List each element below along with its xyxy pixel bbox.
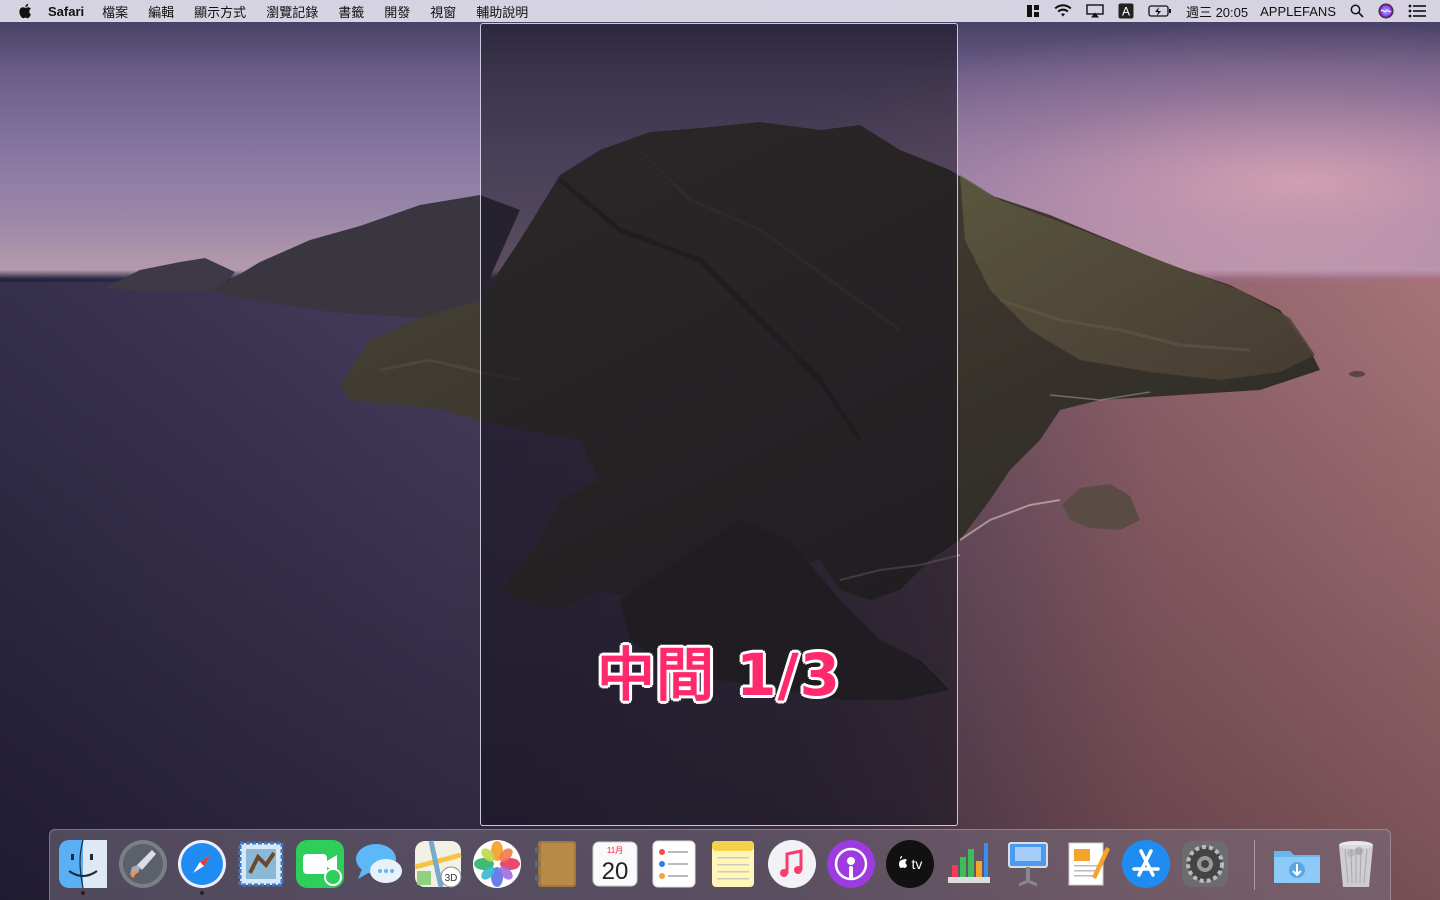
dock-tv[interactable]: tv xyxy=(883,837,937,891)
dock-trash[interactable] xyxy=(1329,837,1383,891)
trash-icon xyxy=(1339,841,1373,887)
photos-icon xyxy=(473,840,521,888)
menu-history[interactable]: 瀏覽記錄 xyxy=(266,2,318,21)
dock-safari[interactable] xyxy=(175,837,229,895)
input-source-icon[interactable]: A xyxy=(1118,3,1134,19)
dock-notes[interactable] xyxy=(706,837,760,891)
magnet-icon[interactable] xyxy=(1026,4,1040,18)
facetime-icon xyxy=(296,840,344,888)
dock-maps[interactable]: 3D xyxy=(411,837,465,891)
user-menu[interactable]: APPLEFANS xyxy=(1260,4,1336,19)
dock-numbers[interactable] xyxy=(942,837,996,891)
dock-contacts[interactable] xyxy=(529,837,583,891)
menu-bar: Safari 檔案 編輯 顯示方式 瀏覽記錄 書籤 開發 視窗 輔助說明 A 週… xyxy=(0,0,1440,22)
dock-mail[interactable] xyxy=(234,837,288,891)
wifi-icon[interactable] xyxy=(1054,4,1072,18)
spotlight-icon[interactable] xyxy=(1350,4,1364,18)
menu-file[interactable]: 檔案 xyxy=(102,2,128,21)
app-store-icon xyxy=(1122,840,1170,888)
podcasts-icon xyxy=(827,840,875,888)
menu-develop[interactable]: 開發 xyxy=(384,2,410,21)
messages-icon xyxy=(356,844,402,883)
dock-messages[interactable] xyxy=(352,837,406,891)
running-indicator xyxy=(200,891,204,895)
dock-app-store[interactable] xyxy=(1119,837,1173,891)
menu-edit[interactable]: 編輯 xyxy=(148,2,174,21)
reminders-icon xyxy=(652,840,696,888)
maps-icon: 3D xyxy=(414,840,462,888)
menu-clock[interactable]: 週三 20:05 xyxy=(1186,2,1248,21)
safari-icon xyxy=(178,840,226,888)
dock-reminders[interactable] xyxy=(647,837,701,891)
dock-music[interactable] xyxy=(765,837,819,891)
airplay-icon[interactable] xyxy=(1086,4,1104,18)
snap-zone-label: 中間 1/3 xyxy=(596,641,842,709)
dock-divider xyxy=(1254,840,1255,890)
menu-bookmarks[interactable]: 書籤 xyxy=(338,2,364,21)
system-preferences-icon xyxy=(1182,841,1228,887)
launchpad-icon xyxy=(119,840,167,888)
menu-view[interactable]: 顯示方式 xyxy=(194,2,246,21)
dock-calendar[interactable]: 11月 20 xyxy=(588,837,642,891)
dock: 3D 11月 20 tv xyxy=(49,829,1391,900)
pages-icon xyxy=(1068,842,1110,886)
dock-keynote[interactable] xyxy=(1001,837,1055,891)
calendar-month: 11月 xyxy=(607,846,623,855)
dock-pages[interactable] xyxy=(1060,837,1114,891)
mail-icon xyxy=(238,841,284,887)
dock-facetime[interactable] xyxy=(293,837,347,891)
dock-podcasts[interactable] xyxy=(824,837,878,891)
notes-icon xyxy=(712,841,754,887)
siri-icon[interactable] xyxy=(1378,3,1394,19)
input-source-label: A xyxy=(1122,5,1130,19)
menu-help[interactable]: 輔助說明 xyxy=(476,2,528,21)
menu-window[interactable]: 視窗 xyxy=(430,2,456,21)
running-indicator xyxy=(81,891,85,895)
dock-launchpad[interactable] xyxy=(116,837,170,891)
dock-downloads[interactable] xyxy=(1270,837,1324,891)
calendar-day: 20 xyxy=(602,858,629,885)
app-menu[interactable]: Safari xyxy=(48,4,84,19)
apple-menu-icon[interactable] xyxy=(18,3,36,19)
music-icon xyxy=(768,840,816,888)
tv-label: tv xyxy=(912,856,923,872)
calendar-icon: 11月 20 xyxy=(592,841,638,887)
tv-icon: tv xyxy=(886,840,934,888)
keynote-icon xyxy=(1008,842,1048,887)
maps-3d-badge: 3D xyxy=(445,873,458,884)
dock-finder[interactable] xyxy=(56,837,110,895)
numbers-icon xyxy=(948,843,990,883)
finder-icon xyxy=(59,839,107,889)
battery-icon[interactable] xyxy=(1148,4,1172,18)
dock-system-preferences[interactable] xyxy=(1178,837,1232,891)
contacts-icon xyxy=(535,841,576,887)
downloads-folder-icon xyxy=(1274,851,1320,883)
notification-center-icon[interactable] xyxy=(1408,4,1426,18)
dock-photos[interactable] xyxy=(470,837,524,891)
